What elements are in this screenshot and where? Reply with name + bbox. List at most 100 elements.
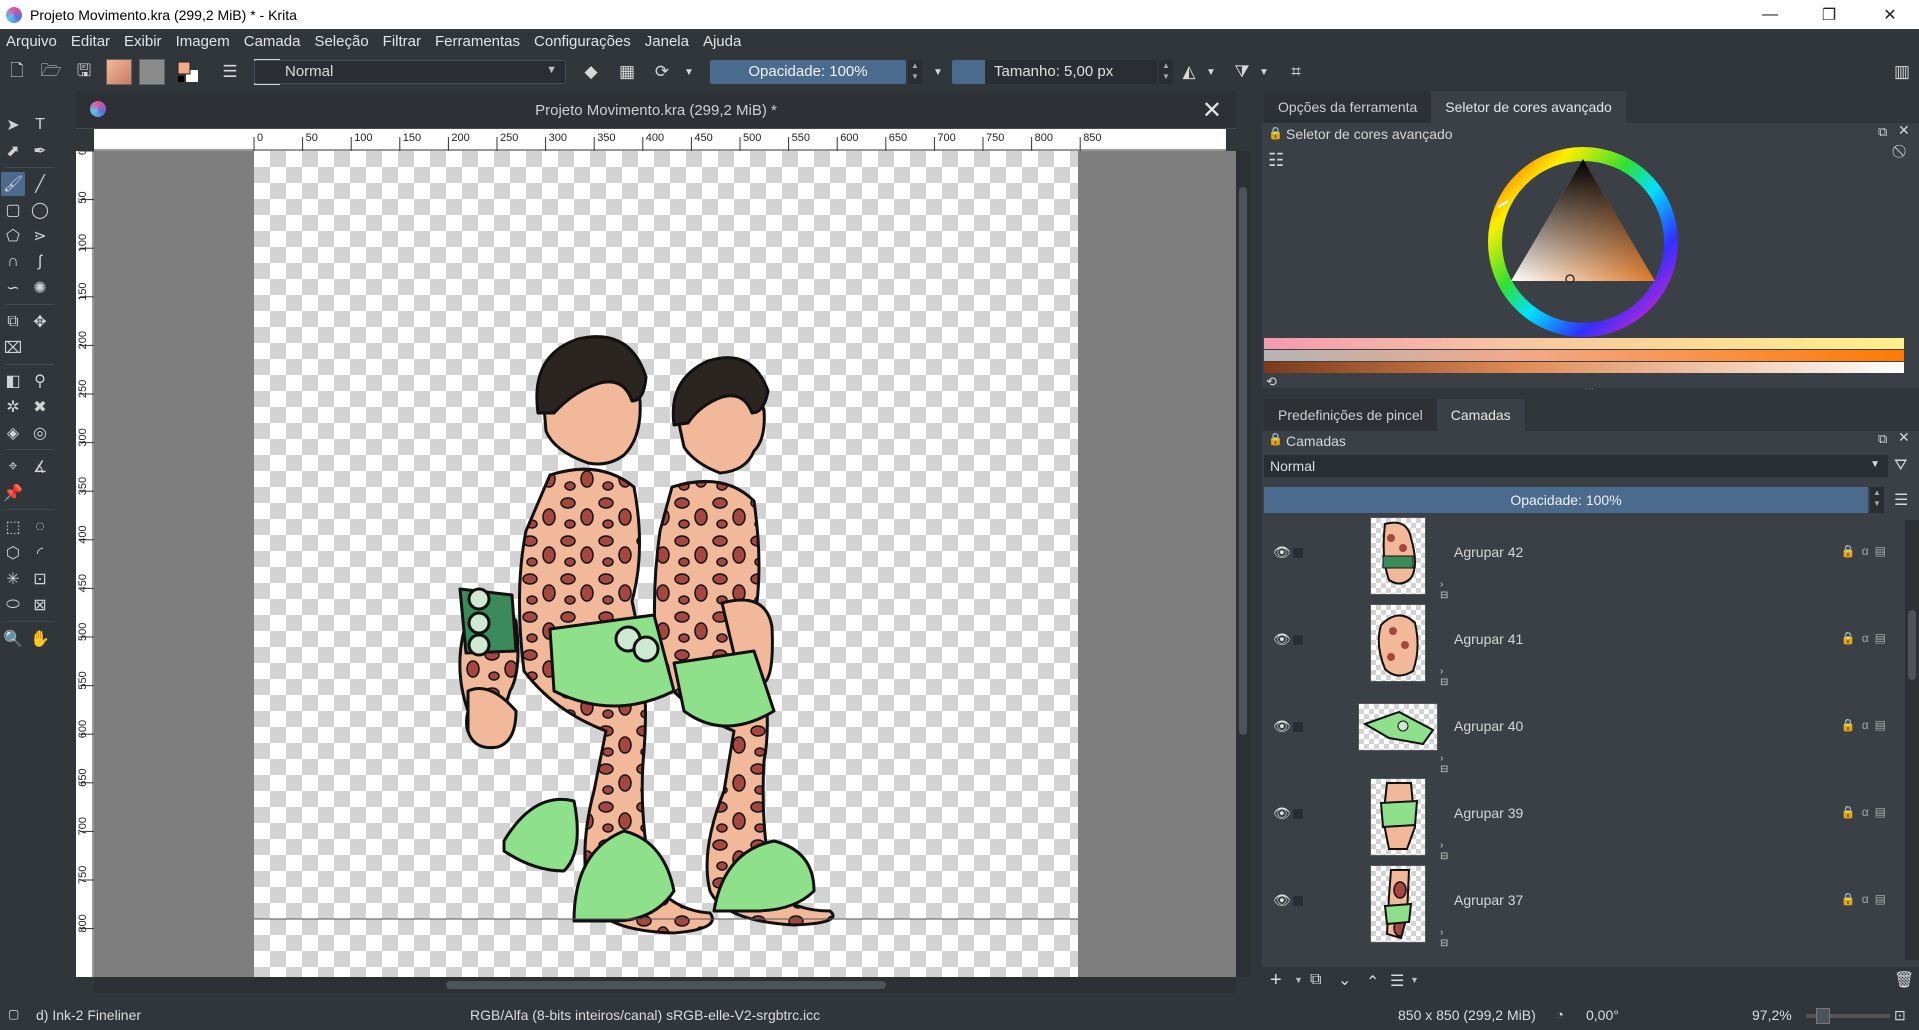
- blend-mode-select[interactable]: Normal ▼: [254, 60, 566, 84]
- mirror-v-dropdown-icon[interactable]: ▼: [1251, 59, 1277, 85]
- layers-float-icon[interactable]: ⧉: [1878, 431, 1887, 447]
- layer-name[interactable]: Agrupar 42: [1454, 544, 1523, 560]
- layer-name[interactable]: Agrupar 39: [1454, 805, 1523, 821]
- layer-row[interactable]: 👁 Agrupar 37 🔒α▤ › ⊟: [1264, 865, 1904, 952]
- zoom-slider[interactable]: [1806, 1008, 1890, 1024]
- save-icon[interactable]: 🖫: [71, 59, 97, 85]
- ellipse-tool-icon[interactable]: ◯: [28, 198, 52, 222]
- menu-janela[interactable]: Janela: [645, 33, 689, 50]
- visibility-eye-icon[interactable]: 👁: [1273, 892, 1291, 909]
- layer-lock-alpha-icons[interactable]: 🔒α▤: [1841, 631, 1892, 645]
- text-tool-icon[interactable]: T: [28, 113, 52, 137]
- add-layer-icon[interactable]: +: [1270, 969, 1282, 992]
- freehand-brush-icon[interactable]: 🖌: [1, 172, 25, 196]
- tab-layers[interactable]: Camadas: [1436, 399, 1525, 431]
- mirror-h-dropdown-icon[interactable]: ▼: [1198, 59, 1224, 85]
- alpha-lock-icon[interactable]: ▦: [614, 59, 640, 85]
- scroll-thumb[interactable]: [1239, 187, 1247, 735]
- layer-checkbox[interactable]: [1292, 547, 1304, 559]
- magnetic-select-icon[interactable]: ⊠: [28, 593, 52, 617]
- crop-tool-icon[interactable]: ⌧: [1, 336, 25, 360]
- multibrush-icon[interactable]: ✺: [28, 276, 52, 300]
- assistant-tool-icon[interactable]: ⌖: [1, 455, 25, 479]
- layer-name[interactable]: Agrupar 37: [1454, 892, 1523, 908]
- layer-row[interactable]: 👁 Agrupar 39 🔒α▤ › ⊟: [1264, 778, 1904, 865]
- canvas-area[interactable]: [94, 151, 1250, 977]
- expand-group-icon[interactable]: › ⊟: [1440, 927, 1448, 949]
- menu-ferramentas[interactable]: Ferramentas: [435, 33, 520, 50]
- layers-scrollbar[interactable]: [1905, 520, 1919, 960]
- visibility-eye-icon[interactable]: 👁: [1273, 631, 1291, 648]
- duplicate-layer-icon[interactable]: ⧉: [1310, 971, 1321, 989]
- menu-imagem[interactable]: Imagem: [176, 33, 230, 50]
- expand-group-icon[interactable]: › ⊟: [1440, 579, 1448, 601]
- color-settings-icon[interactable]: ☷: [1268, 150, 1284, 171]
- close-document-icon[interactable]: ✕: [1202, 96, 1222, 125]
- scroll-thumb[interactable]: [1908, 610, 1916, 680]
- menu-ajuda[interactable]: Ajuda: [703, 33, 741, 50]
- layer-lock-alpha-icons[interactable]: 🔒α▤: [1841, 892, 1892, 906]
- fill-tool-icon[interactable]: ◈: [1, 421, 25, 445]
- polyline-tool-icon[interactable]: ⋗: [28, 224, 52, 248]
- document-tab[interactable]: Projeto Movimento.kra (299,2 MiB) * ✕: [76, 91, 1236, 129]
- workspace-icon[interactable]: ▥: [1889, 59, 1915, 85]
- layer-opacity-slider[interactable]: Opacidade: 100%: [1264, 487, 1868, 513]
- status-rotation[interactable]: 0,00°: [1586, 1007, 1619, 1023]
- freehand-path-icon[interactable]: ʃ: [28, 250, 52, 274]
- fit-page-icon[interactable]: ⊡: [1894, 1007, 1906, 1024]
- opacity-slider[interactable]: Opacidade: 100%: [710, 60, 906, 84]
- zoom-slider-handle[interactable]: [1816, 1008, 1830, 1024]
- layer-lock-alpha-icons[interactable]: 🔒α▤: [1841, 805, 1892, 819]
- menu-camada[interactable]: Camada: [244, 33, 301, 50]
- similar-select-icon[interactable]: ⊡: [28, 567, 52, 591]
- menu-editar[interactable]: Editar: [71, 33, 110, 50]
- layer-checkbox[interactable]: [1292, 634, 1304, 646]
- layers-lock-icon[interactable]: 🔒: [1268, 432, 1283, 446]
- ellipse-select-icon[interactable]: ◌: [28, 515, 52, 539]
- layer-name[interactable]: Agrupar 41: [1454, 631, 1523, 647]
- size-spin[interactable]: ▲ ▼: [1159, 60, 1173, 84]
- brush-settings-icon[interactable]: ☰: [217, 59, 243, 85]
- polygon-select-icon[interactable]: ⬡: [1, 541, 25, 565]
- status-dimensions[interactable]: 850 x 850 (299,2 MiB): [1398, 1007, 1536, 1023]
- reset-colors-icon[interactable]: ⟲: [1266, 374, 1277, 390]
- edit-shapes-icon[interactable]: ⬈: [1, 139, 25, 163]
- pattern-preset-icon[interactable]: [139, 59, 165, 85]
- colorize-mask-icon[interactable]: ✲: [1, 395, 25, 419]
- transform-tool-icon[interactable]: ⧉: [1, 310, 25, 334]
- tab-tool-options[interactable]: Opções da ferramenta: [1264, 91, 1432, 123]
- reload-preset-icon[interactable]: ⟳: [649, 59, 675, 85]
- move-layer-down-icon[interactable]: ⌄: [1338, 970, 1351, 990]
- add-layer-dropdown-icon[interactable]: ▼: [1294, 975, 1303, 985]
- menu-configuracoes[interactable]: Configurações: [534, 33, 631, 50]
- menu-exibir[interactable]: Exibir: [124, 33, 162, 50]
- minimize-button[interactable]: —: [1741, 0, 1799, 29]
- color-strip-2[interactable]: [1264, 350, 1904, 361]
- opacity-spin[interactable]: ▲ ▼: [908, 60, 922, 84]
- new-document-icon[interactable]: 🗋: [4, 59, 30, 85]
- tab-brush-presets[interactable]: Predefinições de pincel: [1264, 399, 1437, 431]
- eraser-icon[interactable]: ◆: [578, 59, 604, 85]
- layer-name[interactable]: Agrupar 40: [1454, 718, 1523, 734]
- dynamic-brush-icon[interactable]: ∽: [1, 276, 25, 300]
- opacity-dropdown-icon[interactable]: ▼: [925, 59, 951, 85]
- move-layer-up-icon[interactable]: ⌃: [1366, 972, 1379, 992]
- rect-select-icon[interactable]: ⬚: [1, 515, 25, 539]
- document-canvas[interactable]: [254, 151, 1078, 977]
- calligraphy-icon[interactable]: ✒: [28, 139, 52, 163]
- color-strip-3[interactable]: [1264, 362, 1904, 373]
- layer-lock-alpha-icons[interactable]: 🔒α▤: [1841, 718, 1892, 732]
- filter-icon[interactable]: ⛛: [1894, 457, 1907, 475]
- close-panel-icon[interactable]: ✕: [1898, 122, 1910, 139]
- enclose-fill-icon[interactable]: ◎: [28, 421, 52, 445]
- splitter-handle-icon[interactable]: ⋯: [1584, 384, 1594, 395]
- scroll-thumb[interactable]: [446, 981, 886, 989]
- gradient-preset-icon[interactable]: [106, 59, 132, 85]
- delete-layer-icon[interactable]: 🗑: [1894, 970, 1914, 990]
- reload-dropdown-icon[interactable]: ▼: [676, 59, 702, 85]
- menu-filtrar[interactable]: Filtrar: [383, 33, 421, 50]
- layer-row[interactable]: 👁 Agrupar 40 🔒α▤ › ⊟: [1264, 691, 1904, 778]
- layer-properties-icon[interactable]: ☰: [1390, 971, 1404, 991]
- polygon-tool-icon[interactable]: ⬠: [1, 224, 25, 248]
- layers-menu-icon[interactable]: ☰: [1894, 490, 1908, 510]
